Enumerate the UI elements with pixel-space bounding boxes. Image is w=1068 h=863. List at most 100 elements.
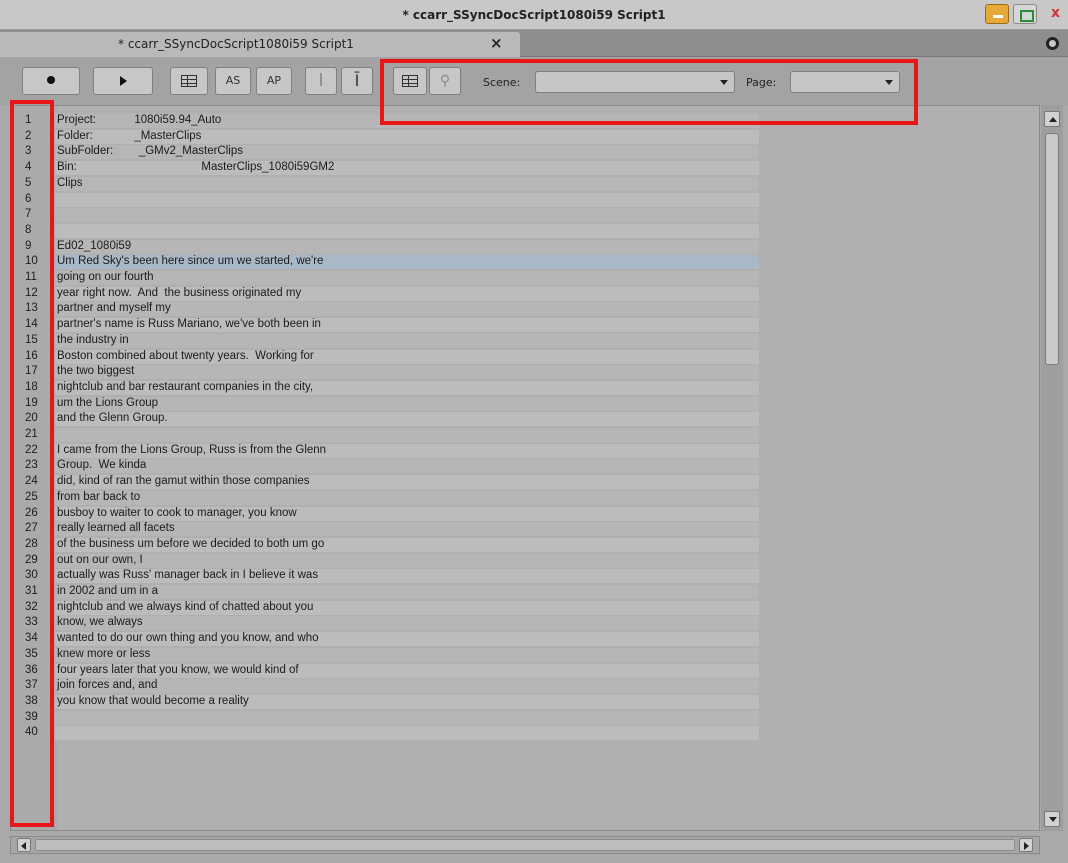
- script-line[interactable]: 13 partner and myself my: [11, 301, 1039, 317]
- line-text: really learned all facets: [57, 522, 175, 535]
- line-text: join forces and, and: [57, 679, 158, 692]
- script-line[interactable]: 18 nightclub and bar restaurant companies…: [11, 380, 1039, 395]
- script-line[interactable]: 17 the two biggest: [11, 364, 1039, 380]
- line-band: [55, 490, 759, 505]
- scroll-down-icon[interactable]: [1044, 811, 1060, 827]
- maximize-button[interactable]: [1013, 4, 1037, 24]
- script-line[interactable]: 37 join forces and, and: [11, 678, 1039, 694]
- script-line[interactable]: 7: [11, 207, 1039, 223]
- line-text: know, we always: [57, 616, 143, 629]
- line-band: [55, 271, 759, 285]
- script-line[interactable]: 11 going on our fourth: [11, 270, 1039, 285]
- line-band: [55, 208, 759, 223]
- line-text: from bar back to: [57, 490, 141, 503]
- script-line[interactable]: 6: [11, 192, 1039, 207]
- window-title: * ccarr_SSyncDocScript1080i59 Script1: [402, 8, 666, 22]
- line-text: of the business um before we decided to …: [57, 537, 325, 550]
- line-text: busboy to waiter to cook to manager, you…: [57, 506, 297, 519]
- horizontal-scroll-thumb[interactable]: [35, 839, 1015, 851]
- line-text: nightclub and we always kind of chatted …: [57, 600, 314, 613]
- script-line[interactable]: 38 you know that would become a reality: [11, 694, 1039, 709]
- script-line[interactable]: 22 I came from the Lions Group, Russ is f…: [11, 443, 1039, 458]
- line-band: [55, 726, 759, 741]
- close-window-button[interactable]: x: [1043, 4, 1068, 24]
- script-line[interactable]: 34 wanted to do our own thing and you kno…: [11, 631, 1039, 647]
- line-text: um the Lions Group: [57, 396, 159, 409]
- line-text: partner's name is Russ Mariano, we've bo…: [57, 318, 321, 331]
- scroll-left-icon[interactable]: [17, 838, 31, 852]
- scroll-up-icon[interactable]: [1044, 111, 1060, 127]
- script-line[interactable]: 39: [11, 710, 1039, 725]
- line-band: [55, 239, 759, 254]
- line-text: Um Red Sky's been here since um we start…: [57, 255, 324, 268]
- script-line[interactable]: 10 Um Red Sky's been here since um we sta…: [11, 254, 1039, 270]
- script-line[interactable]: 16 Boston combined about twenty years. Wo…: [11, 349, 1039, 364]
- play-button[interactable]: [93, 67, 153, 95]
- insert-marker-button[interactable]: Ī: [341, 67, 373, 95]
- script-line[interactable]: 4 Bin: MasterClips_1080i59GM2: [11, 160, 1039, 176]
- line-band: [55, 616, 759, 631]
- script-line[interactable]: 20 and the Glenn Group.: [11, 411, 1039, 427]
- tab-script[interactable]: * ccarr_SSyncDocScript1080i59 Script1 ×: [0, 32, 520, 57]
- line-band: [55, 553, 759, 568]
- line-band: [55, 459, 759, 474]
- line-text: nightclub and bar restaurant companies i…: [57, 380, 314, 393]
- as-button[interactable]: AS: [215, 67, 251, 95]
- play-icon: [119, 76, 127, 86]
- line-text: Group. We kinda: [57, 459, 147, 472]
- line-text: going on our fourth: [57, 271, 154, 283]
- script-line[interactable]: 31 in 2002 and um in a: [11, 584, 1039, 599]
- line-text: I came from the Lions Group, Russ is fro…: [57, 443, 327, 456]
- vertical-scroll-thumb[interactable]: [1045, 133, 1059, 365]
- line-text: partner and myself my: [57, 302, 171, 315]
- vertical-scrollbar[interactable]: [1041, 105, 1063, 831]
- line-text: actually was Russ' manager back in I bel…: [57, 569, 319, 582]
- line-text: Bin: MasterClips_1080i59GM2: [57, 161, 335, 174]
- script-line[interactable]: 3 SubFolder: _GMv2_MasterClips: [11, 144, 1039, 160]
- script-line[interactable]: 36 four years later that you know, we wou…: [11, 663, 1039, 678]
- line-band: [55, 396, 759, 411]
- script-line[interactable]: 25 from bar back to: [11, 490, 1039, 505]
- tab-bar: * ccarr_SSyncDocScript1080i59 Script1 ×: [0, 30, 1068, 57]
- line-text: Project: 1080i59.94_Auto: [57, 114, 222, 126]
- script-line[interactable]: 21: [11, 427, 1039, 442]
- table-view-button[interactable]: [170, 67, 208, 95]
- horizontal-scrollbar[interactable]: [10, 836, 1040, 854]
- line-band: [55, 192, 759, 207]
- script-line[interactable]: 9 Ed02_1080i59: [11, 239, 1039, 254]
- script-line[interactable]: 14 partner's name is Russ Mariano, we've …: [11, 317, 1039, 333]
- script-line[interactable]: 2 Folder: _MasterClips: [11, 129, 1039, 144]
- script-line[interactable]: 32 nightclub and we always kind of chatte…: [11, 600, 1039, 615]
- line-text: year right now. And the business origina…: [57, 286, 302, 299]
- script-line[interactable]: 8: [11, 223, 1039, 238]
- script-editor[interactable]: 1 Project: 1080i59.94_Auto 2 Folder: _Maste…: [10, 105, 1040, 831]
- script-line[interactable]: 29 out on our own, I: [11, 553, 1039, 568]
- line-text: Folder: _MasterClips: [57, 129, 202, 142]
- script-line[interactable]: 27 really learned all facets: [11, 521, 1039, 537]
- line-band: [55, 365, 759, 380]
- script-line[interactable]: 28 of the business um before we decided t…: [11, 537, 1039, 552]
- ap-button[interactable]: AP: [256, 67, 292, 95]
- script-line[interactable]: 40: [11, 725, 1039, 741]
- tab-close-icon[interactable]: ×: [490, 34, 503, 52]
- script-line[interactable]: 23 Group. We kinda: [11, 458, 1039, 474]
- tab-menu-icon[interactable]: [1046, 37, 1059, 50]
- script-line[interactable]: 26 busboy to waiter to cook to manager, y…: [11, 506, 1039, 521]
- line-band: [55, 585, 759, 599]
- tab-label: * ccarr_SSyncDocScript1080i59 Script1: [118, 37, 354, 51]
- script-line[interactable]: 19 um the Lions Group: [11, 396, 1039, 411]
- minimize-button[interactable]: [985, 4, 1009, 24]
- script-line[interactable]: 30 actually was Russ' manager back in I b…: [11, 568, 1039, 584]
- script-line[interactable]: 15 the industry in: [11, 333, 1039, 348]
- script-line[interactable]: 24 did, kind of ran the gamut within thos…: [11, 474, 1039, 490]
- script-line[interactable]: 12 year right now. And the business origi…: [11, 286, 1039, 301]
- scroll-right-icon[interactable]: [1019, 838, 1033, 852]
- script-line[interactable]: 35 knew more or less: [11, 647, 1039, 662]
- text-cursor-button[interactable]: I: [305, 67, 337, 95]
- record-button[interactable]: [22, 67, 80, 95]
- line-band: [55, 647, 759, 662]
- record-icon: [47, 76, 55, 84]
- script-line[interactable]: 33 know, we always: [11, 615, 1039, 631]
- line-text: Ed02_1080i59: [57, 239, 132, 252]
- script-line[interactable]: 5 Clips: [11, 176, 1039, 191]
